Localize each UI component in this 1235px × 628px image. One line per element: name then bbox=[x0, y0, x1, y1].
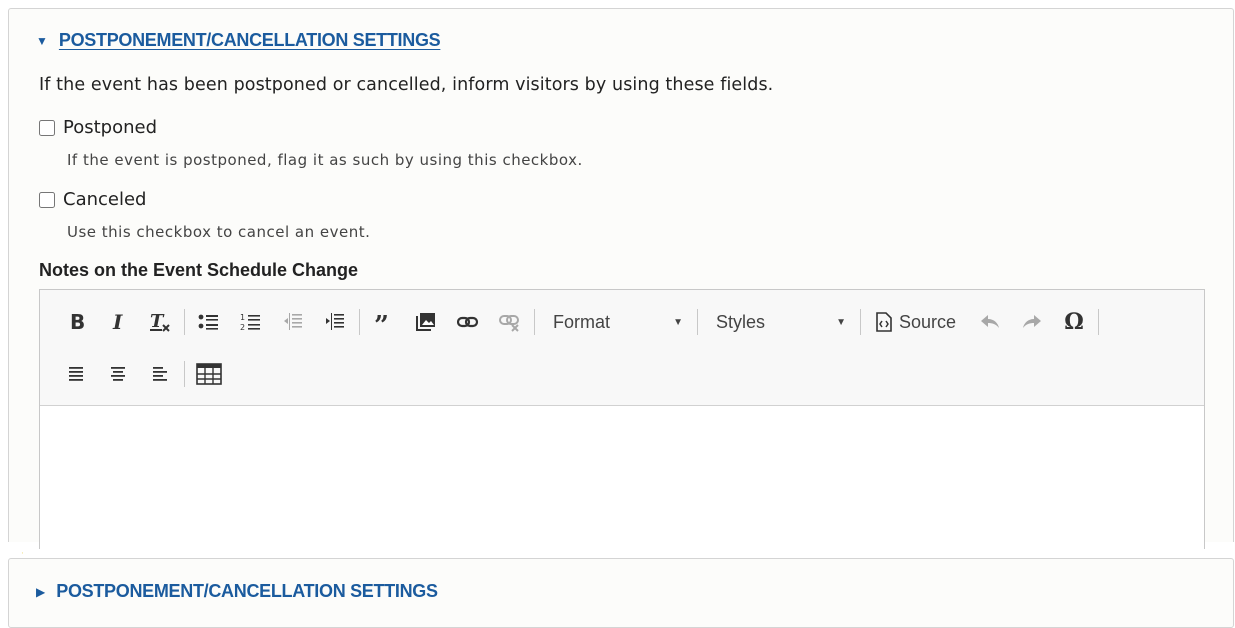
notes-rich-text-editor: B I T 1 2 ” Format ▼ Styles ▼ Source Ω bbox=[39, 289, 1205, 550]
unlink-icon bbox=[499, 315, 519, 332]
postponed-checkbox-row[interactable]: Postponed bbox=[39, 117, 157, 138]
toolbar-row-2 bbox=[60, 359, 235, 389]
canceled-checkbox[interactable] bbox=[39, 191, 55, 208]
styles-dropdown[interactable]: Styles ▼ bbox=[706, 307, 856, 337]
postponed-checkbox[interactable] bbox=[39, 119, 55, 136]
bold-icon: B bbox=[70, 312, 85, 332]
postponed-help-text: If the event is postponed, flag it as su… bbox=[67, 151, 583, 169]
cursor-mark: · bbox=[21, 549, 24, 559]
bulleted-list-button[interactable] bbox=[193, 307, 225, 337]
format-dropdown[interactable]: Format ▼ bbox=[543, 307, 693, 337]
notes-editor-content[interactable] bbox=[40, 406, 1204, 550]
svg-text:1: 1 bbox=[240, 313, 245, 322]
caret-down-icon: ▼ bbox=[673, 316, 683, 328]
remove-format-icon: T bbox=[150, 311, 170, 332]
source-button-label: Source bbox=[899, 311, 957, 332]
postponed-label: Postponed bbox=[63, 117, 158, 138]
bulleted-list-icon bbox=[198, 314, 218, 330]
svg-text:T: T bbox=[150, 311, 165, 332]
align-center-icon bbox=[111, 367, 125, 381]
canceled-checkbox-row[interactable]: Canceled bbox=[39, 189, 146, 210]
table-button[interactable] bbox=[193, 359, 225, 389]
triangle-down-icon: ▼ bbox=[36, 33, 48, 48]
remove-format-button[interactable]: T bbox=[144, 307, 176, 337]
italic-icon: I bbox=[112, 312, 123, 332]
editor-toolbar: B I T 1 2 ” Format ▼ Styles ▼ Source Ω bbox=[40, 290, 1204, 406]
styles-dropdown-label: Styles bbox=[716, 311, 766, 332]
redo-icon bbox=[1023, 315, 1042, 328]
align-center-button[interactable] bbox=[102, 359, 134, 389]
svg-text:”: ” bbox=[374, 312, 389, 332]
align-right-button[interactable] bbox=[144, 359, 176, 389]
postponement-panel-expanded: ▼ POSTPONEMENT/CANCELLATION SETTINGS If … bbox=[8, 8, 1234, 550]
redo-button[interactable] bbox=[1016, 307, 1048, 337]
triangle-right-icon: ▶ bbox=[36, 584, 46, 599]
toolbar-separator bbox=[534, 309, 535, 335]
align-justify-icon bbox=[153, 367, 167, 381]
blockquote-button[interactable]: ” bbox=[368, 307, 400, 337]
format-dropdown-label: Format bbox=[553, 311, 611, 332]
svg-text:2: 2 bbox=[240, 323, 245, 332]
outdent-icon bbox=[284, 313, 302, 330]
numbered-list-button[interactable]: 1 2 bbox=[235, 307, 267, 337]
indent-button[interactable] bbox=[319, 307, 351, 337]
align-left-icon bbox=[69, 367, 83, 381]
caret-down-icon: ▼ bbox=[836, 316, 846, 328]
toolbar-separator bbox=[184, 361, 185, 387]
section-toggle-expanded[interactable]: ▼ POSTPONEMENT/CANCELLATION SETTINGS bbox=[36, 30, 441, 51]
svg-text:I: I bbox=[112, 312, 123, 332]
italic-button[interactable]: I bbox=[102, 307, 134, 337]
align-left-button[interactable] bbox=[60, 359, 92, 389]
collapsed-section-title: POSTPONEMENT/CANCELLATION SETTINGS bbox=[56, 581, 438, 601]
toolbar-row-1: B I T 1 2 ” Format ▼ Styles ▼ Source Ω bbox=[60, 307, 1107, 337]
omega-icon: Ω bbox=[1064, 309, 1084, 335]
canceled-label: Canceled bbox=[63, 189, 147, 210]
link-button[interactable] bbox=[452, 307, 484, 337]
image-icon bbox=[416, 313, 435, 331]
source-icon bbox=[876, 312, 892, 332]
toolbar-separator bbox=[1098, 309, 1100, 335]
image-button[interactable] bbox=[410, 307, 442, 337]
source-button[interactable]: Source bbox=[869, 307, 962, 337]
canceled-help-text: Use this checkbox to cancel an event. bbox=[67, 223, 371, 241]
toolbar-separator bbox=[697, 309, 698, 335]
undo-button[interactable] bbox=[974, 307, 1006, 337]
notes-field-label: Notes on the Event Schedule Change bbox=[39, 260, 359, 280]
section-description: If the event has been postponed or cance… bbox=[39, 75, 774, 95]
postponement-panel-collapsed: ▶ POSTPONEMENT/CANCELLATION SETTINGS bbox=[8, 558, 1234, 628]
undo-icon bbox=[981, 315, 1000, 328]
special-character-button[interactable]: Ω bbox=[1058, 307, 1090, 337]
svg-text:B: B bbox=[70, 312, 85, 332]
table-icon bbox=[196, 363, 222, 385]
section-title: POSTPONEMENT/CANCELLATION SETTINGS bbox=[58, 30, 441, 50]
bold-button[interactable]: B bbox=[60, 307, 92, 337]
unlink-button[interactable] bbox=[494, 307, 526, 337]
numbered-list-icon: 1 2 bbox=[240, 313, 260, 332]
quote-icon: ” bbox=[374, 312, 389, 332]
toolbar-separator bbox=[359, 309, 360, 335]
link-icon bbox=[457, 316, 479, 328]
toolbar-separator bbox=[184, 309, 185, 335]
toolbar-separator bbox=[860, 309, 861, 335]
outdent-button[interactable] bbox=[277, 307, 309, 337]
indent-icon bbox=[326, 313, 344, 330]
section-toggle-collapsed[interactable]: ▶ POSTPONEMENT/CANCELLATION SETTINGS bbox=[36, 581, 438, 602]
